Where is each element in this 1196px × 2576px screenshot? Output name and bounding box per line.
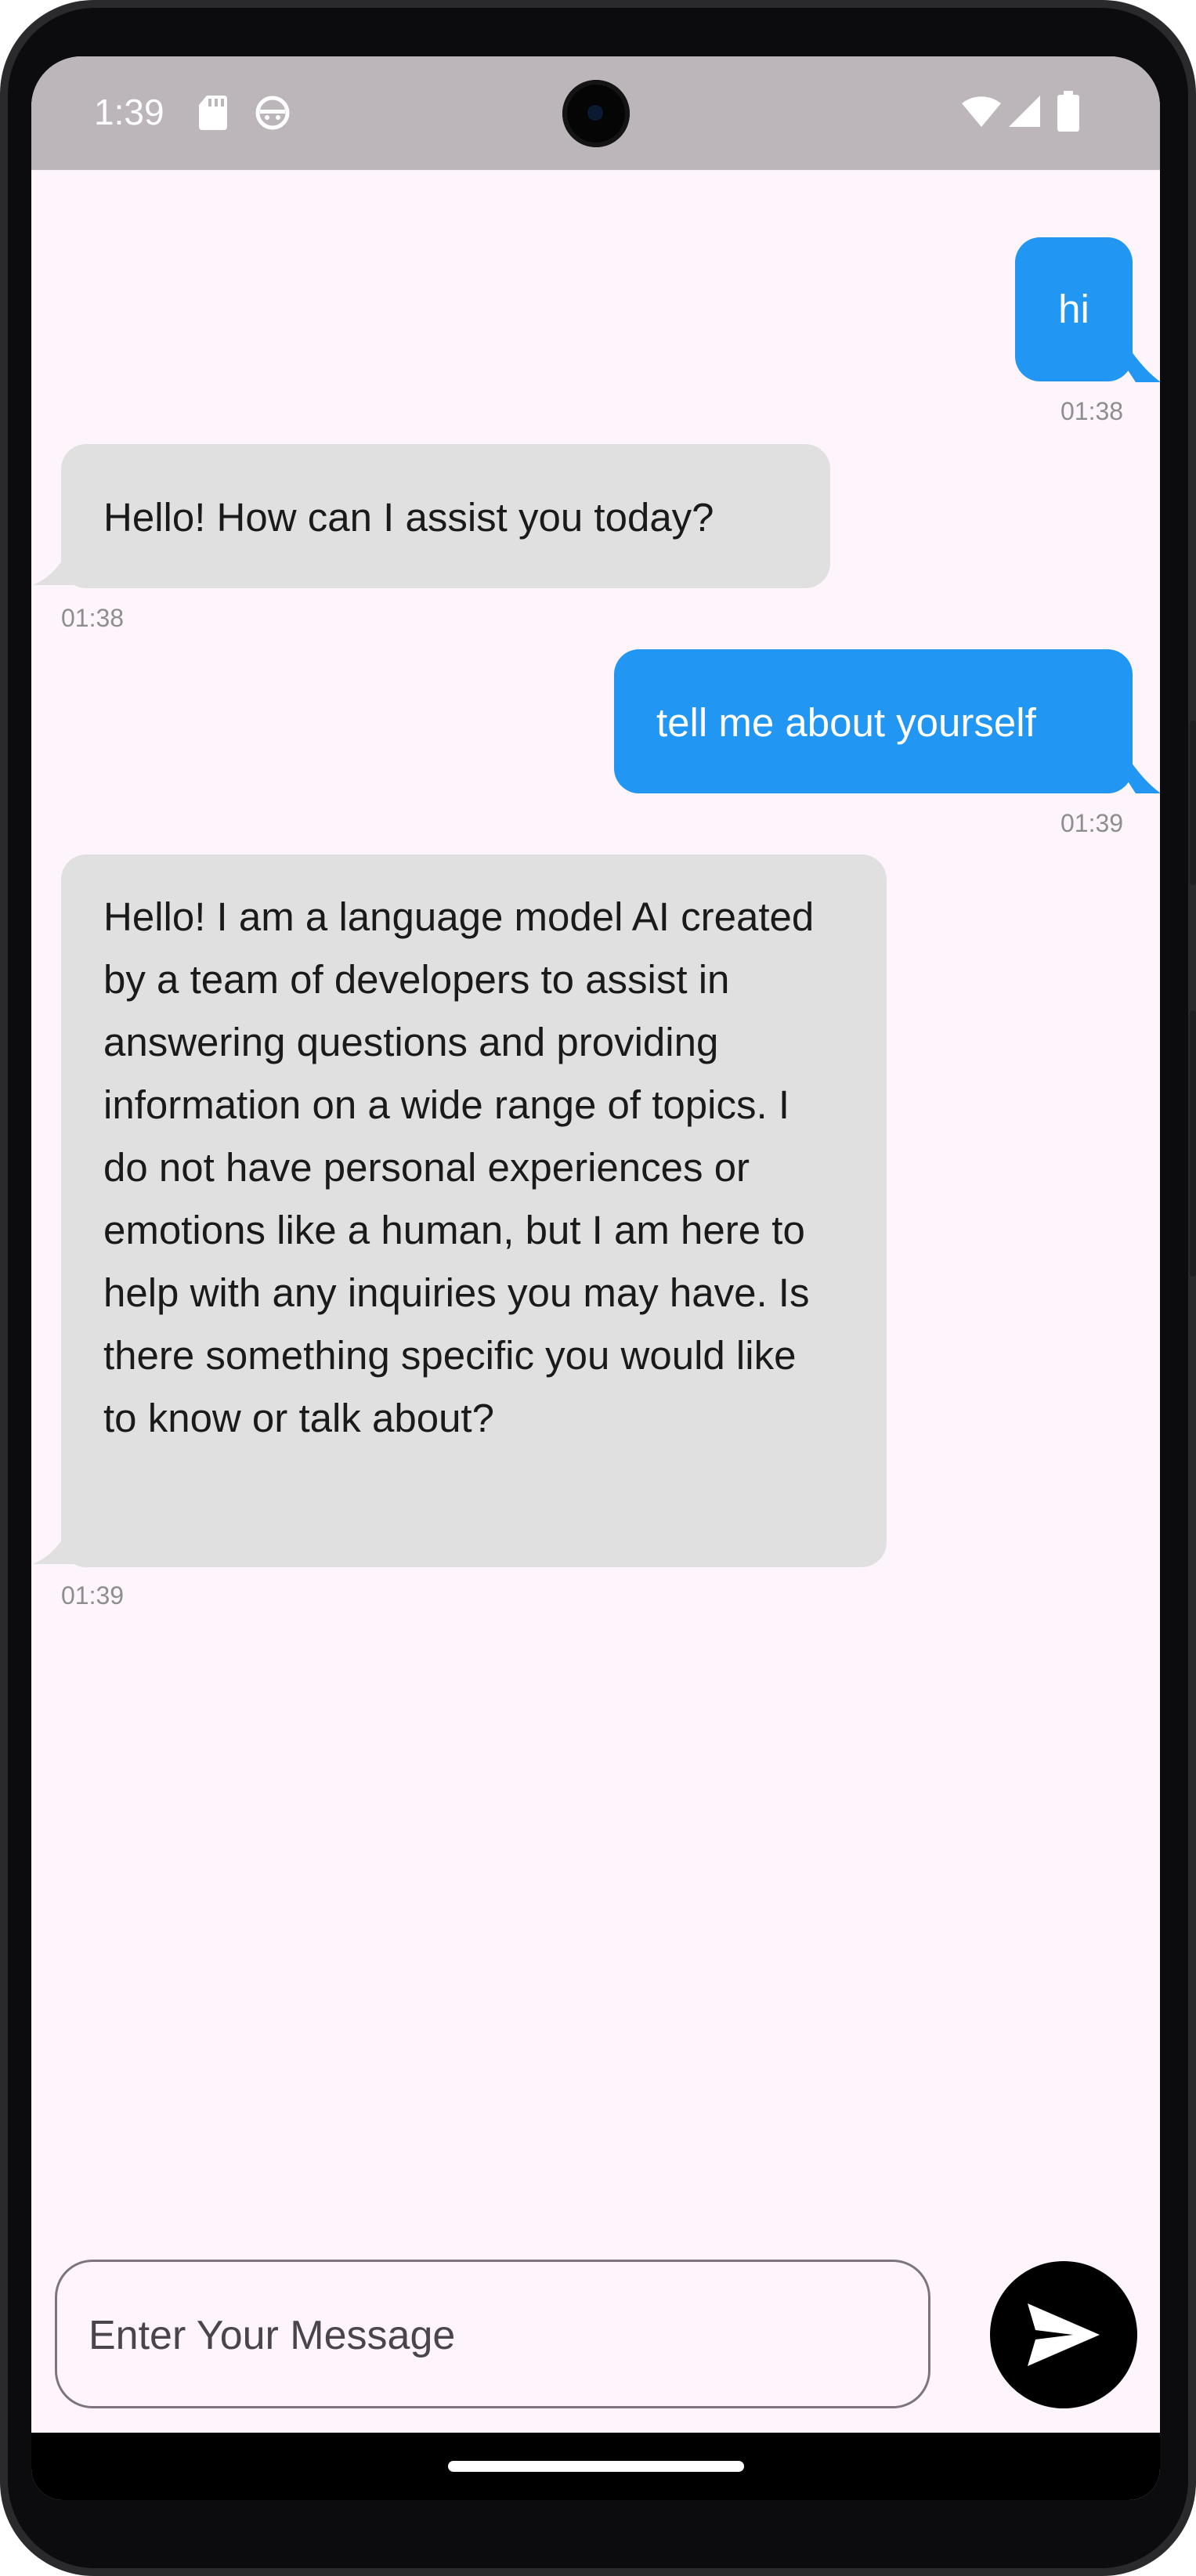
user-bubble-tail <box>1112 757 1160 793</box>
chat-list[interactable]: hi 01:38 Hello! How can I assist you tod… <box>31 170 1160 2347</box>
bot-message-bubble[interactable]: Hello! How can I assist you today? <box>61 444 830 588</box>
message-timestamp: 01:38 <box>61 604 125 632</box>
volume-button <box>1190 1010 1196 1277</box>
user-message-bubble[interactable]: tell me about yourself <box>614 649 1133 793</box>
send-button[interactable] <box>990 2261 1137 2408</box>
battery-icon <box>1057 91 1079 135</box>
message-input[interactable]: Enter Your Message <box>55 2260 930 2408</box>
message-timestamp: 01:39 <box>1061 809 1124 837</box>
front-camera <box>562 80 630 147</box>
send-icon <box>1028 2303 1100 2366</box>
message-text: tell me about yourself <box>656 700 1036 745</box>
message-text: Hello! How can I assist you today? <box>103 495 714 540</box>
phone-frame: 1:39 hi 01:38 Hello! How can I assist yo… <box>0 0 1196 2576</box>
bot-bubble-tail <box>33 1533 81 1564</box>
sd-card-icon <box>197 94 229 135</box>
message-input-placeholder: Enter Your Message <box>89 2313 456 2358</box>
message-timestamp: 01:38 <box>1061 397 1124 425</box>
message-timestamp: 01:39 <box>61 1581 125 1610</box>
wifi-icon <box>960 94 1003 132</box>
message-text: hi <box>1058 287 1089 331</box>
android-head-icon <box>254 94 291 134</box>
bot-message-bubble[interactable]: Hello! I am a language model AI created … <box>61 854 887 1567</box>
bot-bubble-tail <box>33 554 81 585</box>
power-button <box>1190 721 1196 885</box>
message-text: Hello! I am a language model AI created … <box>103 894 815 1440</box>
home-indicator[interactable] <box>448 2461 744 2472</box>
app-screen: 1:39 hi 01:38 Hello! How can I assist yo… <box>31 56 1160 2500</box>
user-bubble-tail <box>1112 346 1160 382</box>
status-time: 1:39 <box>94 92 164 132</box>
system-navigation-bar <box>31 2433 1160 2500</box>
cellular-signal-icon <box>1007 94 1042 132</box>
